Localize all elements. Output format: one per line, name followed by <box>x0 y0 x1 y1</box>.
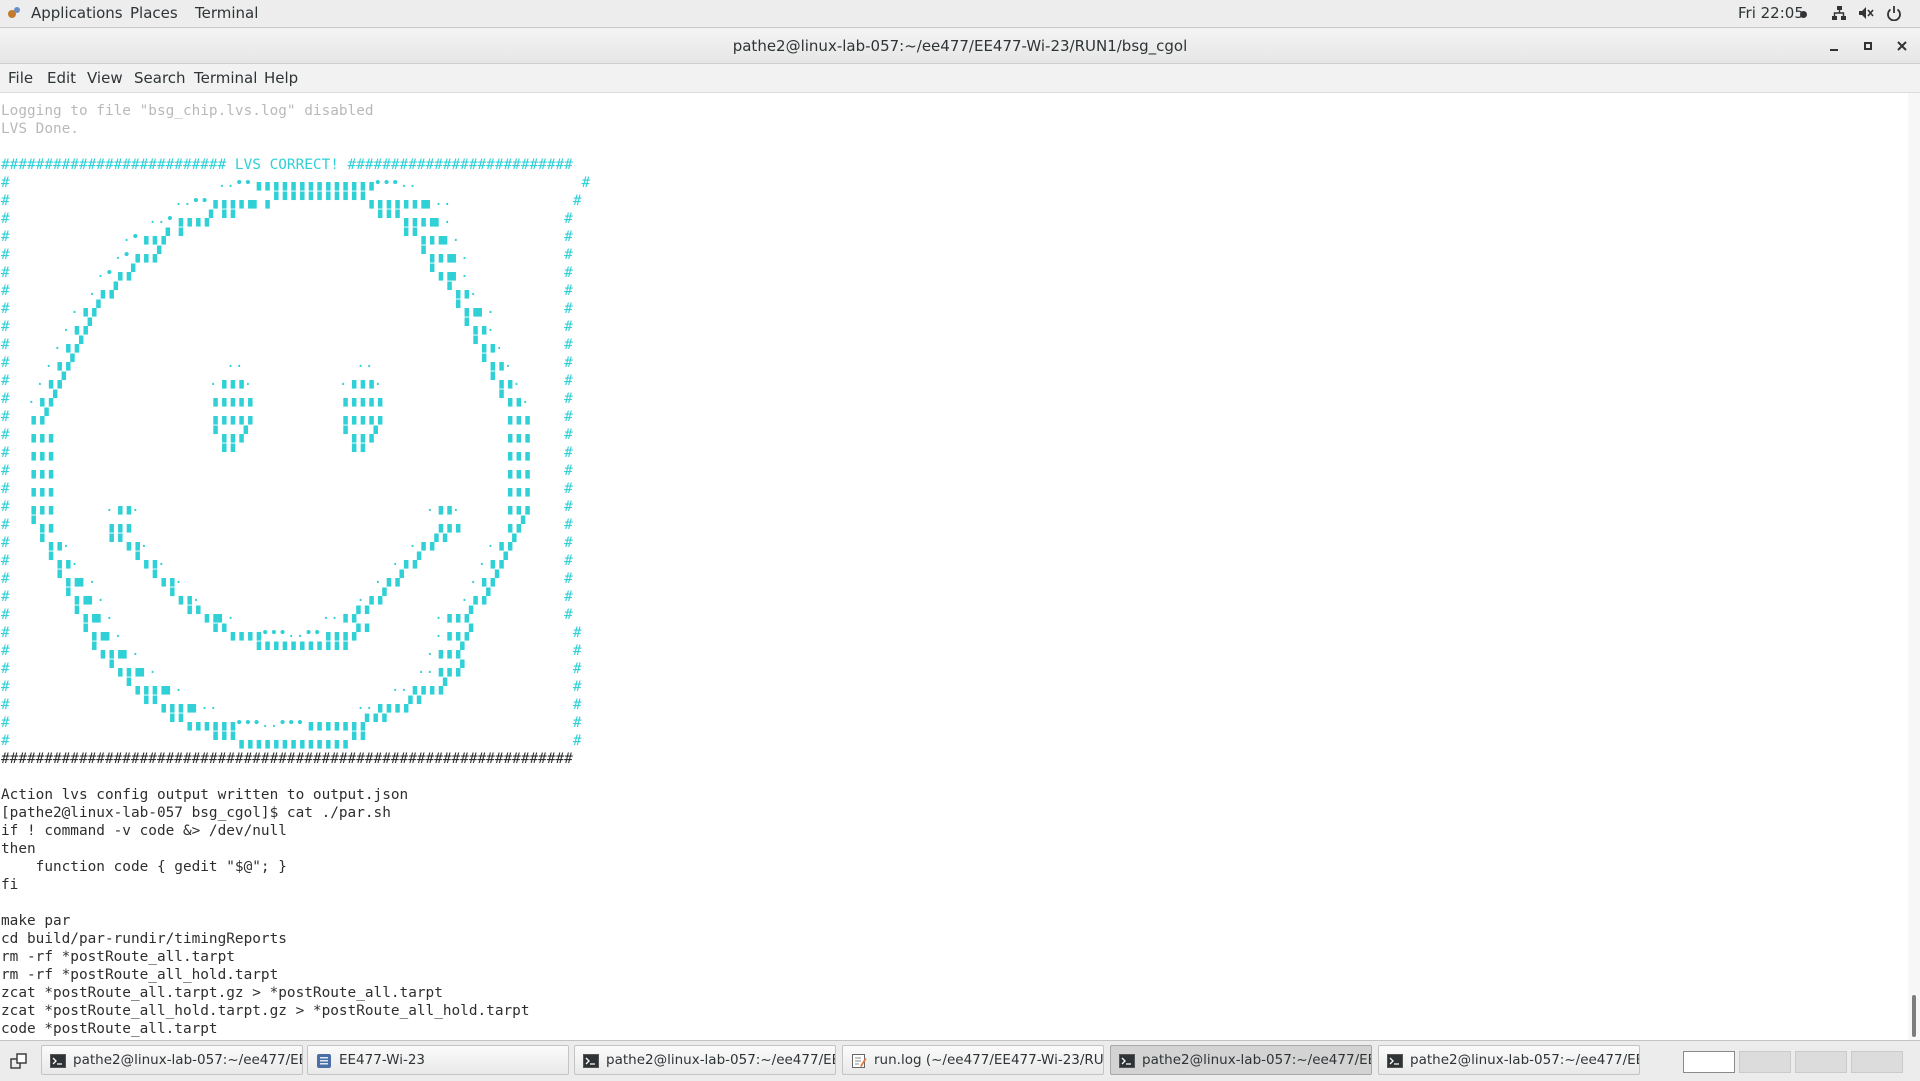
terminal-line: Logging to file "bsg_chip.lvs.log" disab… <box>1 103 374 119</box>
taskbar-window-label: pathe2@linux-lab-057:~/ee477/EE4... <box>73 1052 302 1068</box>
ascii-art-line: # .▗▗▘ ▝▗▗. # <box>1 283 573 299</box>
ascii-art-line: # .▗▗▘ ▗▗▗▗▗ ▗▗▗▗▗ ▝▗▗. # <box>1 391 573 407</box>
window-titlebar[interactable]: pathe2@linux-lab-057:~/ee477/EE477-Wi-23… <box>0 28 1920 64</box>
ascii-art-line: # ▝▗▗▖. ▝▝▗▗▖. ..▗▗▘▘ .▗▗▗▘ # <box>1 607 573 623</box>
ascii-art-line: # ▗▗▗ ▗▗▗ # <box>1 463 573 479</box>
taskbar-window-button[interactable]: pathe2@linux-lab-057:~/ee477/EE4... <box>1378 1045 1640 1075</box>
ascii-art-line: # ▗▗▗ ▝▝ ▝▝ ▗▗▗ # <box>1 445 573 461</box>
terminal-icon <box>583 1054 599 1068</box>
applications-menu-icon[interactable] <box>7 6 21 20</box>
ascii-art-line: # ..∙▗▗▗▗▘▝▝ ▝▝▝▗▗▗▗▖. # <box>1 211 573 227</box>
ascii-art-line: # .∙▗▗▘ ▝▗▗▖. # <box>1 265 573 281</box>
terminal-app-menu[interactable]: Terminal <box>195 4 258 22</box>
terminal-line: LVS Done. <box>1 121 79 137</box>
ascii-art-line: # .▗▗▘ ▝▗▗. # <box>1 337 573 353</box>
ascii-art-line: # ▗▗▘ ▗▗▗▗▗ ▗▗▗▗▗ ▗▗▗ # <box>1 409 573 425</box>
terminal-output[interactable]: Logging to file "bsg_chip.lvs.log" disab… <box>0 93 1908 1040</box>
ascii-art-line: # ▝▗▗▗▖. ..▗▗▗▘ # <box>1 661 582 677</box>
clock[interactable]: Fri 22:05 <box>1738 4 1804 22</box>
show-desktop-icon[interactable] <box>10 1052 28 1070</box>
notification-dot-icon <box>1800 11 1807 18</box>
ascii-art-line: # ▗▗▗ ▝▗▗▗▘ ▝▗▗▗▘ ▗▗▗ # <box>1 427 573 443</box>
terminal-line: Action lvs config output written to outp… <box>1 787 409 803</box>
taskbar-window-button[interactable]: EE477-Wi-23 <box>307 1045 569 1075</box>
workspace-1[interactable] <box>1683 1051 1735 1073</box>
volume-muted-icon[interactable] <box>1858 5 1874 21</box>
ascii-art-line: # ▝▗▗▖. ▝▗▗. .▗▗▘ .▗▗▘ # <box>1 589 573 605</box>
terminal-line: function code { gedit "$@"; } <box>1 859 287 875</box>
scrollbar-track[interactable] <box>1908 93 1920 1040</box>
workspace-2[interactable] <box>1739 1051 1791 1073</box>
ascii-art-line: # ▝▝▗▗▗▗▗▗∙∙∙..∙∙∙▗▗▗▗▗▗▗▘▘▘ # <box>1 715 582 731</box>
places-menu[interactable]: Places <box>130 4 178 22</box>
terminal-line: make par <box>1 913 71 929</box>
menu-view[interactable]: View <box>87 69 123 87</box>
ascii-art-line: # .▗▗▘ .. .. ▝▗▗. # <box>1 355 573 371</box>
ascii-art-line: # .▗▗▘ .▗▗▗. .▗▗▗. ▝▗▗. # <box>1 373 573 389</box>
ascii-art-line: # ▝▗▗▖. ▝▗▗. .▗▗▘ .▗▗▘ # <box>1 571 573 587</box>
terminal-line: zcat *postRoute_all.tarpt.gz > *postRout… <box>1 985 443 1001</box>
text-editor-icon <box>852 1054 867 1068</box>
maximize-button[interactable] <box>1858 36 1878 56</box>
terminal-line: zcat *postRoute_all_hold.tarpt.gz > *pos… <box>1 1003 530 1019</box>
ascii-art-line: ########################## LVS CORRECT! … <box>1 157 573 173</box>
window-title: pathe2@linux-lab-057:~/ee477/EE477-Wi-23… <box>732 37 1188 55</box>
top-panel: Applications Places Terminal Fri 22:05 <box>0 0 1920 28</box>
terminal-line: then <box>1 841 36 857</box>
terminal-line: ########################################… <box>1 751 573 767</box>
taskbar-window-label: pathe2@linux-lab-057:~/ee477/EE4... <box>606 1052 835 1068</box>
ascii-art-line: # ▝▗▗▗▗▖. ..▗▗▗▗▘ # <box>1 679 582 695</box>
ascii-art-line: # ▝▗▗▖. ▝▝▗▗▗▗∙∙∙..∙∙▗▗▗▗▘▘ .▗▗▗▘ # <box>1 625 582 641</box>
ascii-art-line: # ▝▝▗▗▗▗▖.. ..▗▗▗▗▘▘ # <box>1 697 582 713</box>
ascii-art-line: # ..∙∙▗▗▗▗▗▖▗▝▝▝▝▝▝▝▝▝▝▝▗▗▗▗▗▗▗▖.. # <box>1 193 582 209</box>
ascii-art-line: # ▝▗▗. ▝▗▗. .▗▗▘ .▗▗▘ # <box>1 553 573 569</box>
minimize-button[interactable] <box>1824 36 1844 56</box>
menu-search[interactable]: Search <box>134 69 186 87</box>
ascii-art-line: # .▗▗▘ ▝▗▗. # <box>1 319 573 335</box>
ascii-art-line: # ▝▗▗▗▖. ▝▝▝▝▝▝▝▝▝▝▝ .▗▗▗▘ # <box>1 643 582 659</box>
ascii-art-line: # .∙▗▗▗▘ ▝▗▗▗▖. # <box>1 247 573 263</box>
taskbar-window-button[interactable]: run.log (~/ee477/EE477-Wi-23/RU... <box>842 1045 1104 1075</box>
taskbar-window-button[interactable]: pathe2@linux-lab-057:~/ee477/EE4... <box>1110 1045 1372 1075</box>
window-list-panel: pathe2@linux-lab-057:~/ee477/EE4... EE477… <box>0 1040 1920 1081</box>
taskbar-window-label: pathe2@linux-lab-057:~/ee477/EE4... <box>1142 1052 1371 1068</box>
file-manager-icon <box>317 1054 331 1068</box>
ascii-art-line: # ..∙∙▗▗▗▗▗▗▗▗▗▗▗▗▗▗∙∙∙.. # <box>1 175 591 191</box>
terminal-line: code *postRoute_all.tarpt <box>1 1021 218 1037</box>
applications-menu[interactable]: Applications <box>31 4 123 22</box>
ascii-art-line: # ▝▗▗ ▗▗▗ ▗▗▗ ▗▗▘ # <box>1 517 573 533</box>
terminal-line: rm -rf *postRoute_all_hold.tarpt <box>1 967 279 983</box>
ascii-art-line: # .∙▗▗▗▘▝ ▝▝▗▗▗▖. # <box>1 229 573 245</box>
terminal-line: [pathe2@linux-lab-057 bsg_cgol]$ cat ./p… <box>1 805 391 821</box>
scrollbar-thumb[interactable] <box>1912 995 1916 1037</box>
power-icon[interactable] <box>1886 5 1902 21</box>
terminal-icon <box>50 1054 66 1068</box>
terminal-icon <box>1119 1054 1135 1068</box>
menu-edit[interactable]: Edit <box>47 69 76 87</box>
terminal-menubar: File Edit View Search Terminal Help <box>0 64 1920 93</box>
ascii-art-line: # ▗▗▗ ▗▗▗ # <box>1 481 573 497</box>
workspace-3[interactable] <box>1795 1051 1847 1073</box>
ascii-art-line: # ▝▝▝▗▗▗▗▗▗▗▗▗▗▗▗▗▝▝ # <box>1 733 582 749</box>
terminal-line: fi <box>1 877 19 893</box>
close-button[interactable] <box>1892 36 1912 56</box>
menu-help[interactable]: Help <box>264 69 298 87</box>
ascii-art-line: # ▗▗▗ .▗▗. .▗▗. ▗▗▗ # <box>1 499 573 515</box>
taskbar-window-label: run.log (~/ee477/EE477-Wi-23/RU... <box>874 1052 1104 1068</box>
menu-terminal[interactable]: Terminal <box>194 69 257 87</box>
terminal-icon <box>1387 1054 1403 1068</box>
terminal-line: rm -rf *postRoute_all.tarpt <box>1 949 235 965</box>
ascii-art-line: # ▝▗▗. ▝▝▗▗. .▗▗▘▘ .▗▗▘ # <box>1 535 573 551</box>
taskbar-window-label: pathe2@linux-lab-057:~/ee477/EE4... <box>1410 1052 1639 1068</box>
taskbar-window-button[interactable]: pathe2@linux-lab-057:~/ee477/EE4... <box>41 1045 303 1075</box>
workspace-4[interactable] <box>1851 1051 1903 1073</box>
terminal-line: cd build/par-rundir/timingReports <box>1 931 287 947</box>
ascii-art-line: # .▗▗▘ ▝▗▗▖. # <box>1 301 573 317</box>
network-icon[interactable] <box>1831 5 1847 21</box>
terminal-line: if ! command -v code &> /dev/null <box>1 823 287 839</box>
taskbar-window-label: EE477-Wi-23 <box>339 1052 426 1068</box>
taskbar-window-button[interactable]: pathe2@linux-lab-057:~/ee477/EE4... <box>574 1045 836 1075</box>
menu-file[interactable]: File <box>8 69 33 87</box>
